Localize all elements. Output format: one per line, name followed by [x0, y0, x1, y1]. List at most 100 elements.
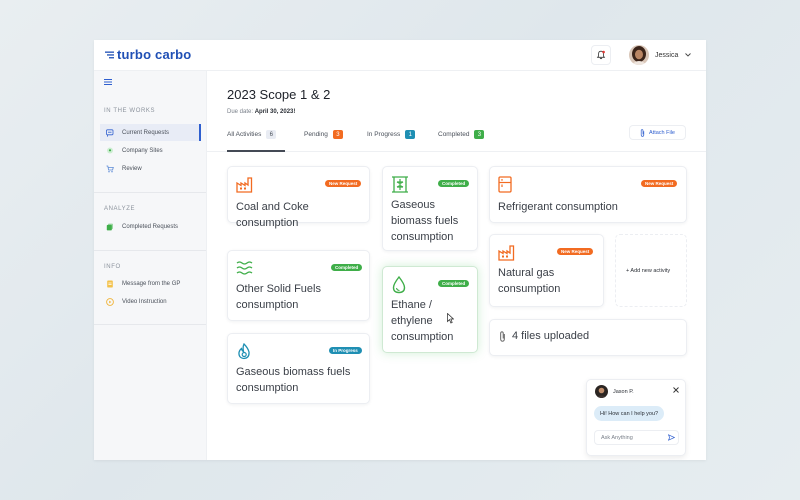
card-title-line: Natural gas: [498, 265, 560, 281]
chat-input-placeholder: Ask Anything: [601, 435, 633, 441]
activity-card-other-solid-fuels[interactable]: Completed Other Solid Fuels consumption: [227, 250, 370, 321]
sidebar-item-completed-requests[interactable]: Completed Requests: [100, 218, 200, 235]
sidebar-item-company-sites[interactable]: Company Sites: [100, 142, 200, 159]
logo[interactable]: turbo carbo: [105, 47, 191, 62]
divider: [94, 192, 206, 193]
card-title: Other Solid Fuels consumption: [236, 281, 321, 313]
section-title-analyze: ANALYZE: [104, 206, 135, 212]
card-title-line: Ethane /: [391, 297, 453, 313]
active-tab-indicator: [227, 150, 285, 152]
card-title-line: consumption: [236, 297, 321, 313]
tab-pending[interactable]: Pending 3: [304, 130, 343, 139]
divider: [94, 250, 206, 251]
attach-file-label: Attach File: [649, 130, 675, 136]
fridge-icon: [498, 176, 512, 193]
card-title-line: Gaseous: [391, 197, 458, 213]
chat-message: Hi! How can I help you?: [594, 406, 664, 421]
play-icon: [105, 297, 114, 306]
card-title-line: consumption: [236, 380, 350, 396]
tab-label: In Progress: [367, 131, 400, 138]
copy-icon: [105, 222, 114, 231]
avatar: [629, 45, 649, 65]
send-icon[interactable]: [668, 434, 675, 441]
card-title: Gaseous biomass fuels consumption: [236, 364, 350, 396]
card-title-line: consumption: [498, 281, 560, 297]
chat-agent-avatar: [595, 385, 608, 398]
bell-icon: [596, 50, 606, 60]
attach-file-button[interactable]: Attach File: [629, 125, 686, 140]
document-icon: [105, 279, 114, 288]
sidebar-item-label: Review: [122, 166, 142, 172]
droplet-icon: [391, 276, 407, 294]
section-title-in-the-works: IN THE WORKS: [104, 108, 155, 114]
tab-all-activities[interactable]: All Activities 6: [227, 130, 276, 139]
location-pin-icon: [105, 146, 114, 155]
card-title-line: ethylene: [391, 313, 453, 329]
sidebar-item-current-requests[interactable]: Current Requests: [100, 124, 201, 141]
status-badge: New Request: [557, 248, 593, 255]
page-title: 2023 Scope 1 & 2: [227, 87, 330, 102]
activity-card-ethane-ethylene[interactable]: Completed Ethane / ethylene consumption: [382, 266, 478, 353]
card-title-line: consumption: [391, 229, 458, 245]
top-bar: turbo carbo Jessica: [94, 40, 706, 71]
card-title-line: Gaseous biomass fuels: [236, 364, 350, 380]
tab-count: 3: [333, 130, 343, 139]
chevron-down-icon: [685, 53, 691, 57]
due-date: Due date: April 30, 2023!: [227, 109, 295, 115]
section-title-info: INFO: [104, 264, 121, 270]
sidebar-item-label: Current Requests: [122, 130, 169, 136]
status-badge: In Progress: [329, 347, 362, 354]
sidebar-item-video-instruction[interactable]: Video Instruction: [100, 293, 200, 310]
activity-card-refrigerant[interactable]: New Request Refrigerant consumption: [489, 166, 687, 223]
card-title-line: consumption: [236, 215, 309, 231]
chat-widget: Jason P. Hi! How can I help you? Ask Any…: [586, 379, 686, 456]
add-new-activity-card[interactable]: + Add new activity: [615, 234, 687, 307]
user-name: Jessica: [655, 52, 678, 59]
tab-count: 6: [266, 130, 276, 139]
waves-icon: [236, 260, 254, 276]
status-badge: Completed: [438, 280, 469, 287]
tab-in-progress[interactable]: In Progress 1: [367, 130, 415, 139]
activity-card-gaseous-biomass-fuels[interactable]: In Progress Gaseous biomass fuels consum…: [227, 333, 370, 404]
tab-completed[interactable]: Completed 3: [438, 130, 484, 139]
files-uploaded-label: 4 files uploaded: [512, 330, 589, 342]
tab-label: All Activities: [227, 131, 261, 138]
status-badge: Completed: [331, 264, 362, 271]
factory-icon: [498, 244, 516, 261]
sidebar-item-review[interactable]: Review: [100, 160, 200, 177]
card-title: Natural gas consumption: [498, 265, 560, 297]
activity-card-gaseous-biomass[interactable]: Completed Gaseous biomass fuels consumpt…: [382, 166, 478, 251]
status-badge: New Request: [641, 180, 677, 187]
logo-text: turbo carbo: [117, 47, 191, 62]
card-title: Coal and Coke consumption: [236, 199, 309, 231]
status-badge: New Request: [325, 180, 361, 187]
card-title-line: Refrigerant consumption: [498, 199, 618, 215]
notifications-button[interactable]: [591, 45, 611, 65]
sidebar-item-label: Company Sites: [122, 148, 163, 154]
close-icon[interactable]: [673, 387, 679, 393]
status-badge: Completed: [438, 180, 469, 187]
tab-count: 3: [474, 130, 484, 139]
card-title: Gaseous biomass fuels consumption: [391, 197, 458, 245]
cart-icon: [105, 164, 114, 173]
tab-label: Pending: [304, 131, 328, 138]
due-date-label: Due date:: [227, 109, 253, 115]
chat-agent-name: Jason P.: [613, 389, 634, 395]
due-date-value: April 30, 2023!: [255, 109, 296, 115]
card-title: Ethane / ethylene consumption: [391, 297, 453, 345]
files-uploaded: 4 files uploaded: [499, 330, 589, 342]
sidebar-item-message-from-the-gp[interactable]: Message from the GP: [100, 275, 200, 292]
menu-icon[interactable]: [104, 79, 112, 85]
sidebar: IN THE WORKS Current Requests Company Si…: [94, 71, 207, 460]
activity-card-natural-gas[interactable]: New Request Natural gas consumption: [489, 234, 604, 307]
sidebar-item-label: Message from the GP: [122, 281, 180, 287]
user-menu[interactable]: Jessica: [629, 45, 691, 65]
activity-card-coal-and-coke[interactable]: New Request Coal and Coke consumption: [227, 166, 370, 223]
app-window: turbo carbo Jessica: [94, 40, 706, 460]
factory-icon: [236, 176, 254, 193]
flame-icon: [236, 343, 252, 360]
files-uploaded-card[interactable]: 4 files uploaded: [489, 319, 687, 356]
add-new-activity-label: + Add new activity: [626, 268, 670, 274]
tab-label: Completed: [438, 131, 469, 138]
chat-input[interactable]: Ask Anything: [594, 430, 679, 445]
